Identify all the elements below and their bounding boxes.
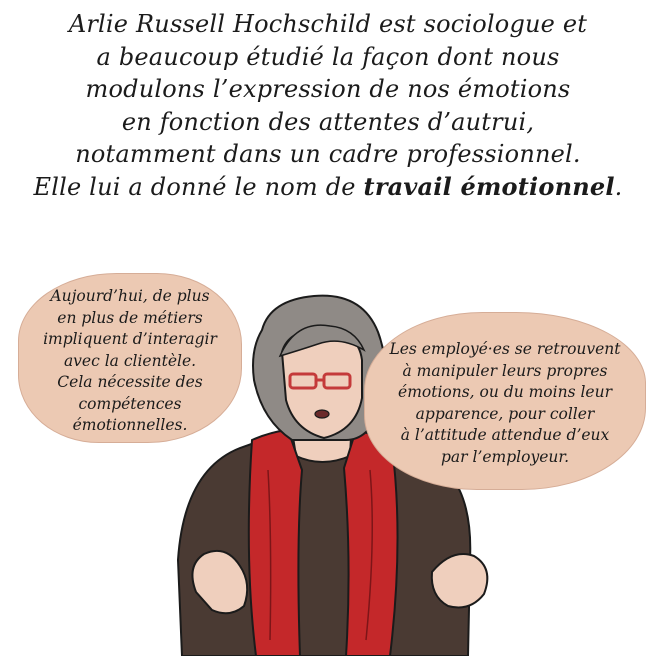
bubble-line: apparence, pour coller — [415, 404, 595, 423]
caption-last-prefix: Elle lui a donné le nom de — [33, 172, 364, 201]
bubble-line: à l’attitude attendue d’eux — [400, 426, 610, 444]
caption: Arlie Russell Hochschild est sociologue … — [8, 8, 648, 203]
caption-line: modulons l’expression de nos émotions — [85, 75, 571, 103]
bubble-line: à manipuler leurs propres — [402, 361, 608, 380]
scarf-left — [247, 428, 304, 656]
caption-line: a beaucoup étudié la façon dont nous — [96, 42, 560, 71]
bubble-line: Cela nécessite des — [57, 373, 203, 391]
caption-line: Arlie Russell Hochschild est sociologue … — [68, 10, 588, 38]
bubble-line: compétences — [78, 394, 182, 413]
bubble-line: impliquent d’interagir — [43, 330, 217, 348]
bubble-line: Les employé·es se retrouvent — [389, 340, 621, 358]
bubble-line: par l’employeur. — [440, 447, 569, 466]
caption-line: notamment dans un cadre professionnel. — [75, 140, 581, 168]
bubble-line: en plus de métiers — [57, 308, 203, 327]
caption-last-line: Elle lui a donné le nom de travail émoti… — [8, 171, 648, 204]
speech-bubble-left: Aujourd’hui, de plus en plus de métiers … — [18, 273, 242, 443]
speech-bubble-right: Les employé·es se retrouvent à manipuler… — [364, 312, 646, 490]
bubble-line: Aujourd’hui, de plus — [50, 287, 210, 305]
caption-last-suffix: . — [614, 172, 623, 201]
caption-emphasis: travail émotionnel — [363, 171, 615, 201]
bubble-line: émotionnelles. — [72, 416, 188, 434]
caption-line: en fonction des attentes d’autrui, — [121, 107, 535, 136]
bubble-line: avec la clientèle. — [63, 351, 197, 370]
mouth — [314, 409, 330, 419]
bubble-line: émotions, ou du moins leur — [398, 383, 612, 401]
